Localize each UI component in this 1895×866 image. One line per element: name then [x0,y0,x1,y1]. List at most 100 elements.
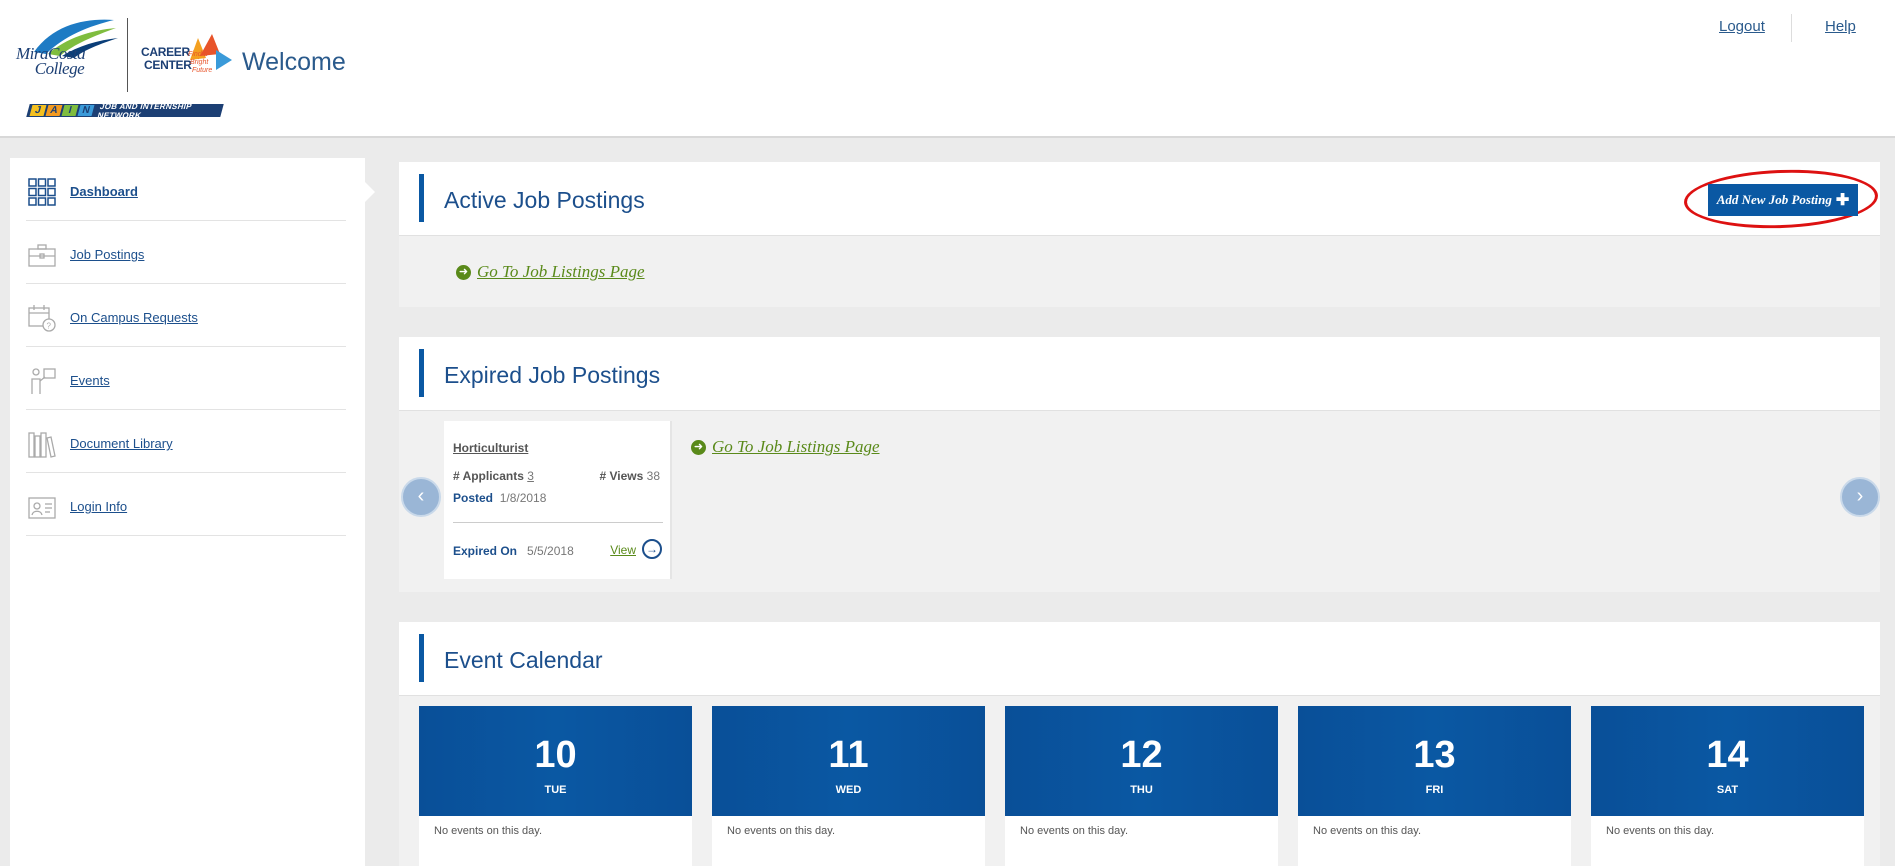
views-count: 38 [646,469,660,483]
panel-accent-bar [419,349,424,397]
day-of-week: FRI [1425,784,1444,796]
jain-letter: J [29,105,47,116]
day-of-week: THU [1130,784,1153,796]
miracosta-logo[interactable]: MiraCosta College [14,18,119,80]
go-link-label: Go To Job Listings Page [477,262,645,281]
panel-title: Expired Job Postings [444,362,661,388]
panel-accent-bar [419,174,424,222]
jain-network-banner: J A I N JOB AND INTERNSHIP NETWORK [26,101,224,120]
views-label: # Views [599,469,644,483]
svg-text:Future: Future [192,67,212,74]
svg-text:Find a: Find a [188,51,208,58]
panel-header: Active Job Postings Add New Job Posting … [399,162,1880,236]
arrow-circle-right-icon: ➜ [456,264,471,280]
applicants-count-link[interactable]: 3 [527,469,534,483]
plus-icon: ✚ [1835,192,1850,209]
logout-link[interactable]: Logout [1719,18,1765,35]
sidebar-item-job-postings[interactable]: Job Postings [26,221,346,284]
day-number: 12 [1120,734,1163,776]
no-events-text: No events on this day. [727,825,836,837]
chevron-left-icon: ‹ [417,485,425,507]
sidebar-item-label: On Campus Requests [70,310,198,325]
sidebar-item-document-library[interactable]: Document Library [26,410,346,473]
sidebar-item-login-info[interactable]: Login Info [26,473,346,536]
applicants-row: # Applicants 3 [453,469,534,483]
job-title-link[interactable]: Horticulturist [453,441,528,455]
go-to-job-listings-link[interactable]: ➜ Go To Job Listings Page [691,437,880,457]
event-calendar-panel: Event Calendar 10 TUE No events on this … [399,622,1880,866]
posted-label: Posted [453,491,494,505]
day-header: 12 THU [1005,706,1278,816]
calendar-day[interactable]: 13 FRI No events on this day. [1298,706,1571,866]
card-divider [453,522,663,523]
sidebar-nav: Dashboard Job Postings ? On Campus Reque… [10,158,375,866]
sidebar-item-label: Document Library [70,436,173,451]
arrow-circle-right-icon: ➜ [691,439,706,455]
carousel-next-button[interactable]: › [1840,477,1880,517]
arrow-circle-right-icon[interactable]: → [642,539,662,559]
day-number: 10 [534,734,577,776]
id-card-icon [28,497,56,519]
expired-date: 5/5/2018 [527,544,574,558]
calendar-day[interactable]: 10 TUE No events on this day. [419,706,692,866]
day-of-week: SAT [1716,784,1739,796]
go-link-label: Go To Job Listings Page [712,437,880,456]
sidebar-item-label: Dashboard [70,184,138,199]
add-new-job-posting-button[interactable]: Add New Job Posting ✚ [1708,184,1858,216]
day-number: 11 [828,734,869,776]
sidebar-item-label: Job Postings [70,247,145,262]
no-events-text: No events on this day. [1606,825,1715,837]
no-events-text: No events on this day. [1313,825,1422,837]
jain-letter: A [45,105,63,116]
briefcase-icon [28,244,56,267]
svg-text:?: ? [47,322,52,331]
calendar-day[interactable]: 14 SAT No events on this day. [1591,706,1864,866]
sidebar-item-dashboard[interactable]: Dashboard [26,158,346,221]
logo-divider [127,18,128,92]
chevron-right-icon: › [1856,485,1864,507]
day-of-week: TUE [544,784,567,796]
day-header: 14 SAT [1591,706,1864,816]
job-card: Horticulturist # Applicants 3 # Views 38… [444,421,672,579]
posted-date: 1/8/2018 [499,491,547,505]
site-header: MiraCosta College CAREER CENTER Find a B… [0,0,1895,138]
no-events-text: No events on this day. [434,825,543,837]
career-center-wordmark: CAREER CENTER [141,45,192,72]
sidebar-item-on-campus-requests[interactable]: ? On Campus Requests [26,284,346,347]
calendar-question-icon: ? [28,305,56,332]
day-header: 13 FRI [1298,706,1571,816]
dashboard-grid-icon [28,178,56,206]
jain-subtitle: JOB AND INTERNSHIP NETWORK [96,101,194,120]
miracosta-wordmark: MiraCosta College [16,44,86,78]
presenter-icon [31,368,56,394]
calendar-day[interactable]: 11 WED No events on this day. [712,706,985,866]
career-center-logo: Find a Bright Future [186,30,234,74]
no-events-text: No events on this day. [1020,825,1129,837]
panel-header: Event Calendar [399,622,1880,696]
go-to-job-listings-link[interactable]: ➜ Go To Job Listings Page [456,262,645,282]
panel-title: Active Job Postings [444,187,645,213]
expired-label: Expired On [453,544,518,558]
sidebar-item-events[interactable]: Events [26,347,346,410]
jain-letter: I [61,105,79,116]
expired-job-postings-panel: Expired Job Postings ‹ Horticulturist # … [399,337,1880,592]
bright-future-sun-icon: Find a Bright Future [188,34,232,74]
panel-title: Event Calendar [444,647,603,673]
page-title: Welcome [242,48,346,76]
day-of-week: WED [835,784,862,796]
calendar-day[interactable]: 12 THU No events on this day. [1005,706,1278,866]
panel-header: Expired Job Postings [399,337,1880,411]
day-number: 13 [1413,734,1456,776]
views-row: # Views 38 [599,469,660,483]
panel-body: ‹ Horticulturist # Applicants 3 # Views … [399,411,1880,592]
add-button-label: Add New Job Posting [1716,192,1832,207]
sidebar-item-label: Events [70,373,110,388]
day-header: 11 WED [712,706,985,816]
view-link[interactable]: View [610,543,636,557]
carousel-prev-button[interactable]: ‹ [401,477,441,517]
books-icon [28,432,56,458]
help-link[interactable]: Help [1825,18,1856,35]
applicants-label: # Applicants [453,469,524,483]
panel-body: ➜ Go To Job Listings Page [399,236,1880,307]
jain-letter: N [77,105,95,116]
